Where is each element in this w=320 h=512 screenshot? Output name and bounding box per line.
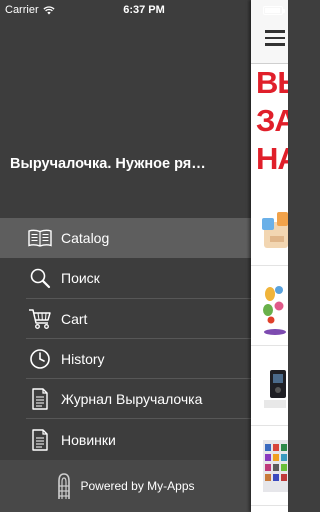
product-item[interactable] bbox=[251, 186, 288, 266]
hamburger-icon[interactable] bbox=[265, 30, 285, 46]
menu-item-new[interactable]: Новинки bbox=[0, 419, 251, 459]
menu-item-catalog[interactable]: Catalog bbox=[0, 218, 251, 259]
product-image bbox=[263, 286, 286, 335]
product-image bbox=[263, 440, 288, 492]
wifi-icon bbox=[43, 5, 55, 14]
product-item[interactable] bbox=[251, 266, 288, 346]
book-icon bbox=[27, 226, 53, 250]
menu-item-label: Поиск bbox=[61, 270, 100, 287]
banner-line: ВЬ bbox=[256, 65, 288, 100]
menu-item-label: History bbox=[61, 351, 105, 368]
menu-item-history[interactable]: History bbox=[0, 339, 251, 380]
product-image bbox=[264, 370, 286, 408]
document-icon bbox=[27, 387, 53, 411]
main-panel[interactable]: ВЬ ЗА НА bbox=[251, 0, 288, 512]
app-header bbox=[0, 20, 251, 216]
side-menu: Выручалочка. Нужное ря… Catalog Поиск Ca… bbox=[0, 0, 251, 512]
document-icon bbox=[27, 428, 53, 452]
banner-text: ВЬ ЗА НА bbox=[256, 64, 288, 178]
powered-by-label: Powered by My-Apps bbox=[80, 479, 195, 493]
status-right bbox=[263, 5, 285, 15]
menu-item-label: Новинки bbox=[61, 431, 116, 448]
product-item[interactable] bbox=[251, 346, 288, 426]
product-item[interactable] bbox=[251, 426, 288, 506]
promo-banner[interactable]: ВЬ ЗА НА bbox=[251, 64, 288, 186]
battery-icon bbox=[263, 5, 285, 15]
product-image bbox=[262, 212, 288, 248]
menu-item-label: Журнал Выручалочка bbox=[61, 391, 203, 408]
menu-item-label: Cart bbox=[61, 310, 88, 327]
my-apps-logo-icon bbox=[58, 473, 71, 499]
cart-icon bbox=[27, 307, 53, 331]
menu-item-journal[interactable]: Журнал Выручалочка bbox=[0, 379, 251, 420]
menu-list: Catalog Поиск Cart History Журнал Выруча… bbox=[0, 218, 251, 460]
menu-item-label: Catalog bbox=[61, 230, 110, 247]
app-title: Выручалочка. Нужное ря… bbox=[10, 156, 206, 172]
banner-line: НА bbox=[256, 141, 288, 176]
menu-item-search[interactable]: Поиск bbox=[0, 258, 251, 299]
status-bar: Carrier 6:37 PM bbox=[0, 0, 288, 20]
powered-by-footer[interactable]: Powered by My-Apps bbox=[0, 460, 251, 512]
banner-line: ЗА bbox=[256, 103, 288, 138]
status-left: Carrier bbox=[5, 4, 55, 16]
clock-icon bbox=[27, 347, 53, 371]
search-icon bbox=[27, 266, 53, 290]
menu-item-cart[interactable]: Cart bbox=[0, 299, 251, 339]
carrier-label: Carrier bbox=[5, 4, 39, 16]
